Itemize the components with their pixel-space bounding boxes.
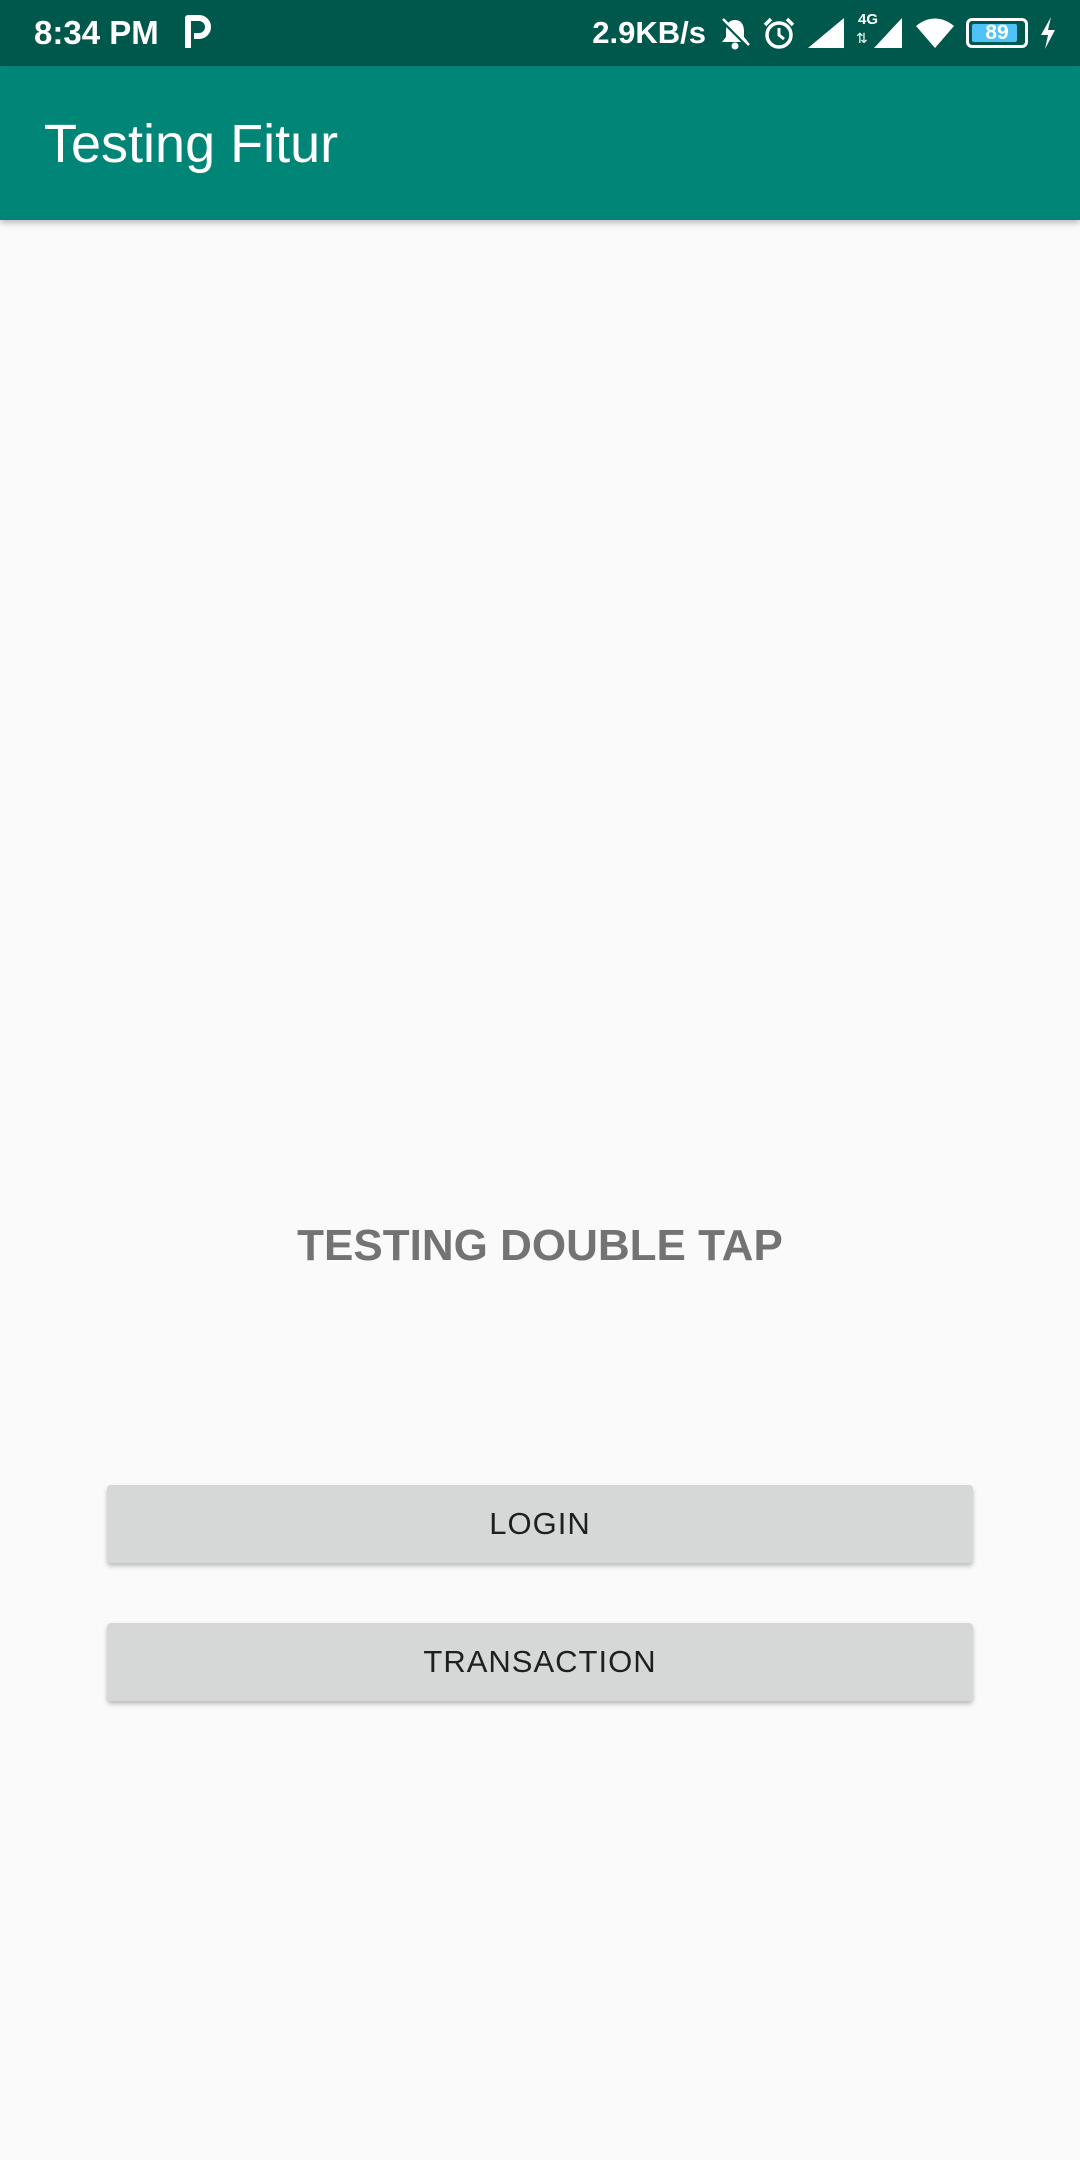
network-speed: 2.9KB/s xyxy=(592,15,706,50)
app-title: Testing Fitur xyxy=(44,114,339,174)
login-button[interactable]: LOGIN xyxy=(107,1485,973,1563)
alarm-icon xyxy=(763,17,795,49)
status-bar: 8:34 PM 2.9KB/s 4G ⇅ 89 xyxy=(0,0,1080,66)
wifi-icon xyxy=(916,18,954,48)
battery-icon: 89 xyxy=(966,18,1028,48)
transaction-button[interactable]: TRANSACTION xyxy=(107,1623,973,1701)
app-bar: Testing Fitur xyxy=(0,66,1080,220)
signal-4g-icon: 4G ⇅ xyxy=(856,12,904,50)
status-icons: 2.9KB/s 4G ⇅ 89 xyxy=(592,10,1058,56)
battery-level: 89 xyxy=(985,21,1009,44)
charging-icon xyxy=(1041,17,1055,49)
bell-muted-icon xyxy=(720,18,750,50)
signal-icon xyxy=(808,18,844,48)
data-arrows-icon: ⇅ xyxy=(856,30,868,46)
heading-testing-double-tap[interactable]: TESTING DOUBLE TAP xyxy=(0,1218,1080,1274)
status-time: 8:34 PM xyxy=(34,14,159,51)
parking-p-icon xyxy=(185,15,211,48)
